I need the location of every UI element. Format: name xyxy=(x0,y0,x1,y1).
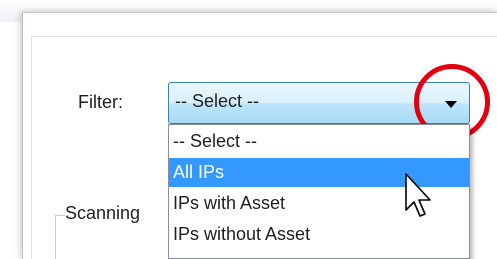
filter-select-value: -- Select -- xyxy=(175,91,260,111)
mouse-pointer-icon xyxy=(405,173,431,217)
dropdown-option-ips-without-asset[interactable]: IPs without Asset xyxy=(169,220,469,249)
blurred-panel-title xyxy=(52,14,142,28)
group-box-border xyxy=(55,215,56,259)
panel-left-border xyxy=(31,36,32,259)
scanning-group-legend: Scanning xyxy=(65,203,141,223)
filter-label: Filter: xyxy=(78,92,123,112)
panel-divider xyxy=(31,36,497,37)
group-box-border-top xyxy=(55,215,65,216)
dropdown-option-select[interactable]: -- Select -- xyxy=(169,127,469,156)
